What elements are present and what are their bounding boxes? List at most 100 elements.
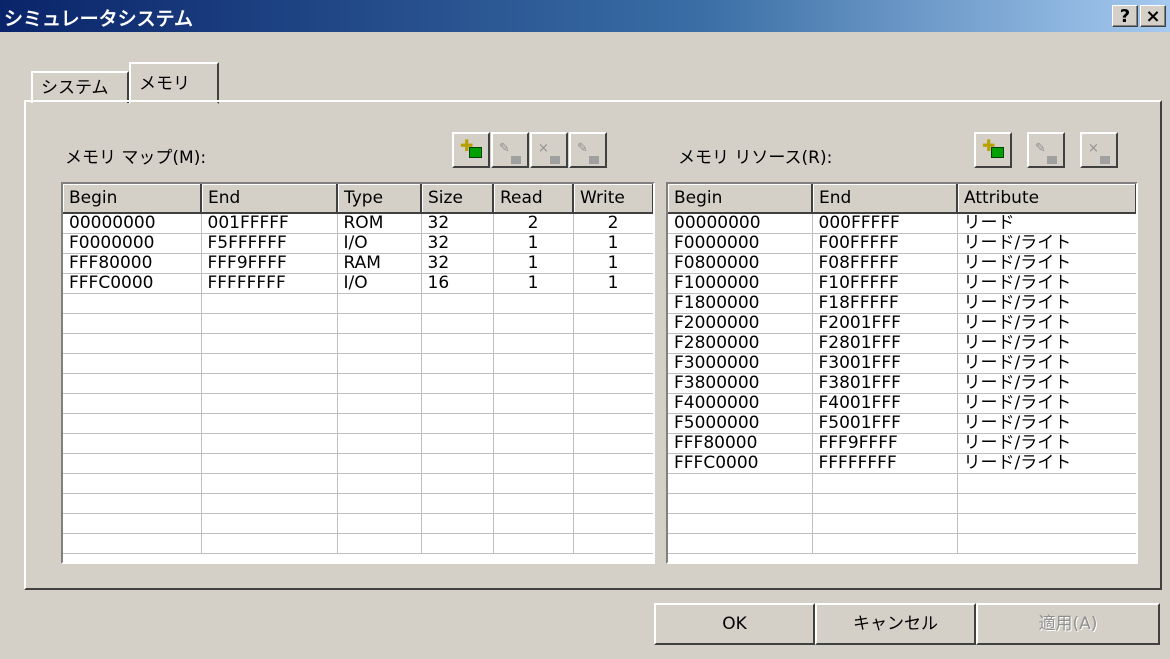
table-cell (63, 533, 202, 554)
table-cell (201, 353, 338, 374)
table-row[interactable]: F2000000 F2001FFF リード/ライト (668, 313, 1136, 334)
apply-button[interactable]: 適用(A) (976, 603, 1160, 645)
table-row[interactable] (63, 373, 653, 394)
table-row[interactable] (63, 393, 653, 414)
table-row[interactable]: FFFC0000 FFFFFFFF リード/ライト (668, 453, 1136, 474)
column-header[interactable]: Attribute (957, 184, 1136, 214)
column-header[interactable]: End (201, 184, 338, 214)
ok-button[interactable]: OK (654, 603, 815, 645)
table-row[interactable] (63, 453, 653, 474)
resource-edit-button[interactable]: ✎ (1027, 132, 1065, 168)
table-cell: リード/ライト (957, 393, 1136, 414)
table-row[interactable] (63, 313, 653, 334)
table-cell (63, 333, 202, 354)
column-header[interactable]: Write (573, 184, 653, 214)
table-row[interactable] (63, 353, 653, 374)
table-cell (201, 453, 338, 474)
table-cell: 1 (573, 273, 653, 294)
table-cell (337, 413, 422, 434)
table-row[interactable] (63, 513, 653, 534)
table-row[interactable] (63, 293, 653, 314)
tab-system[interactable]: システム (31, 71, 129, 103)
column-header[interactable]: Read (493, 184, 574, 214)
table-cell: F5001FFF (812, 413, 958, 434)
table-cell: 2 (573, 213, 653, 234)
table-cell: F1800000 (668, 293, 813, 314)
table-row[interactable] (668, 533, 1136, 554)
map-edit-button[interactable]: ✎ (491, 132, 529, 168)
table-cell (201, 333, 338, 354)
table-row[interactable]: F0000000 F5FFFFFF I/O 32 1 1 (63, 233, 653, 254)
table-cell (573, 373, 653, 394)
table-cell (201, 413, 338, 434)
memory-map-table[interactable]: Begin End Type Size Read Write 00000000 001FFF… (61, 182, 655, 564)
table-row[interactable] (63, 493, 653, 514)
table-cell: F1000000 (668, 273, 813, 294)
table-cell (957, 533, 1136, 554)
memory-resource-table[interactable]: Begin End Attribute 00000000 000FFFFF リード F00… (666, 182, 1138, 564)
table-row[interactable]: F3000000 F3001FFF リード/ライト (668, 353, 1136, 374)
map-modify-button[interactable]: ✎ (569, 132, 607, 168)
resource-delete-button[interactable]: × (1080, 132, 1118, 168)
table-row[interactable]: FFFC0000 FFFFFFFF I/O 16 1 1 (63, 273, 653, 294)
column-header[interactable]: Begin (668, 184, 813, 214)
table-cell (337, 373, 422, 394)
table-cell (63, 393, 202, 414)
table-row[interactable]: F1800000 F18FFFFF リード/ライト (668, 293, 1136, 314)
table-cell (63, 313, 202, 334)
table-row[interactable] (668, 493, 1136, 514)
table-row[interactable]: 00000000 000FFFFF リード (668, 213, 1136, 234)
resource-add-button[interactable]: ✚ (974, 132, 1012, 168)
table-cell (573, 433, 653, 454)
table-cell (421, 473, 494, 494)
table-row[interactable]: 00000000 001FFFFF ROM 32 2 2 (63, 213, 653, 234)
table-cell (337, 433, 422, 454)
table-row[interactable]: F1000000 F10FFFFF リード/ライト (668, 273, 1136, 294)
column-header[interactable]: End (812, 184, 958, 214)
table-row[interactable] (63, 413, 653, 434)
delete-icon: × (538, 134, 560, 164)
table-row[interactable] (668, 473, 1136, 494)
map-add-button[interactable]: ✚ (452, 132, 490, 168)
table-cell: 2 (493, 213, 574, 234)
table-row[interactable]: F4000000 F4001FFF リード/ライト (668, 393, 1136, 414)
table-row[interactable]: F0800000 F08FFFFF リード/ライト (668, 253, 1136, 274)
table-cell: F4001FFF (812, 393, 958, 414)
table-row[interactable]: F3800000 F3801FFF リード/ライト (668, 373, 1136, 394)
table-cell: I/O (337, 233, 422, 254)
close-button[interactable]: × (1140, 5, 1166, 27)
table-row[interactable]: FFF80000 FFF9FFFF リード/ライト (668, 433, 1136, 454)
table-cell: F5000000 (668, 413, 813, 434)
table-cell: リード/ライト (957, 313, 1136, 334)
table-cell: ROM (337, 213, 422, 234)
table-row[interactable] (63, 433, 653, 454)
table-cell (337, 353, 422, 374)
table-row[interactable]: F0000000 F00FFFFF リード/ライト (668, 233, 1136, 254)
table-row[interactable] (63, 533, 653, 554)
table-row[interactable]: FFF80000 FFF9FFFF RAM 32 1 1 (63, 253, 653, 274)
cancel-button[interactable]: キャンセル (815, 603, 976, 645)
table-cell: FFF9FFFF (812, 433, 958, 454)
column-header[interactable]: Begin (63, 184, 202, 214)
help-button[interactable]: ? (1112, 5, 1138, 27)
table-cell: 1 (493, 273, 574, 294)
table-row[interactable] (63, 333, 653, 354)
table-cell (493, 313, 574, 334)
table-row[interactable] (668, 513, 1136, 534)
table-cell: 32 (421, 253, 494, 274)
table-cell: 16 (421, 273, 494, 294)
column-header[interactable]: Size (421, 184, 494, 214)
table-cell (573, 453, 653, 474)
delete-icon: × (1088, 134, 1110, 164)
table-cell (201, 433, 338, 454)
map-delete-button[interactable]: × (530, 132, 568, 168)
table-cell (573, 293, 653, 314)
table-cell (493, 493, 574, 514)
table-cell (493, 373, 574, 394)
table-row[interactable] (63, 473, 653, 494)
table-row[interactable]: F5000000 F5001FFF リード/ライト (668, 413, 1136, 434)
table-row[interactable]: F2800000 F2801FFF リード/ライト (668, 333, 1136, 354)
title-bar: シミュレータシステム ? × (0, 0, 1170, 32)
column-header[interactable]: Type (337, 184, 422, 214)
tab-memory[interactable]: メモリ (129, 62, 219, 104)
